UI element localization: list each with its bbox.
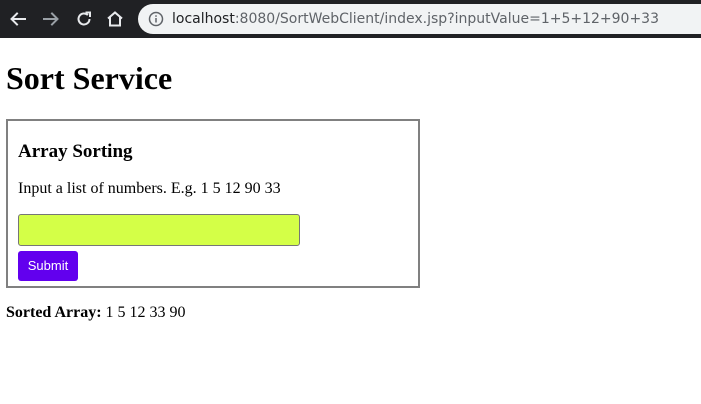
home-button[interactable] xyxy=(102,6,128,32)
url-path: :8080/SortWebClient/index.jsp?inputValue… xyxy=(234,11,659,27)
submit-button[interactable]: Submit xyxy=(18,251,78,281)
back-button[interactable] xyxy=(5,6,31,32)
url-text[interactable]: localhost:8080/SortWebClient/index.jsp?i… xyxy=(172,10,659,28)
sorted-result: Sorted Array: 1 5 12 33 90 xyxy=(6,303,186,323)
form-heading: Array Sorting xyxy=(18,141,133,162)
info-icon[interactable] xyxy=(148,11,164,27)
form-instructions: Input a list of numbers. E.g. 1 5 12 90 … xyxy=(18,180,281,197)
arrow-right-icon xyxy=(43,12,59,26)
address-bar[interactable]: localhost:8080/SortWebClient/index.jsp?i… xyxy=(138,4,701,34)
result-value: 1 5 12 33 90 xyxy=(105,304,186,321)
reload-button[interactable] xyxy=(71,6,97,32)
browser-toolbar: localhost:8080/SortWebClient/index.jsp?i… xyxy=(0,0,701,38)
arrow-left-icon xyxy=(10,12,26,26)
url-host: localhost xyxy=(172,11,235,27)
sort-form-box: Array Sorting Input a list of numbers. E… xyxy=(6,119,420,288)
result-label: Sorted Array: xyxy=(6,304,102,321)
reload-icon xyxy=(77,11,91,26)
home-icon xyxy=(107,11,123,27)
page-title: Sort Service xyxy=(6,60,173,96)
numbers-input[interactable] xyxy=(18,214,300,246)
forward-button[interactable] xyxy=(38,6,64,32)
